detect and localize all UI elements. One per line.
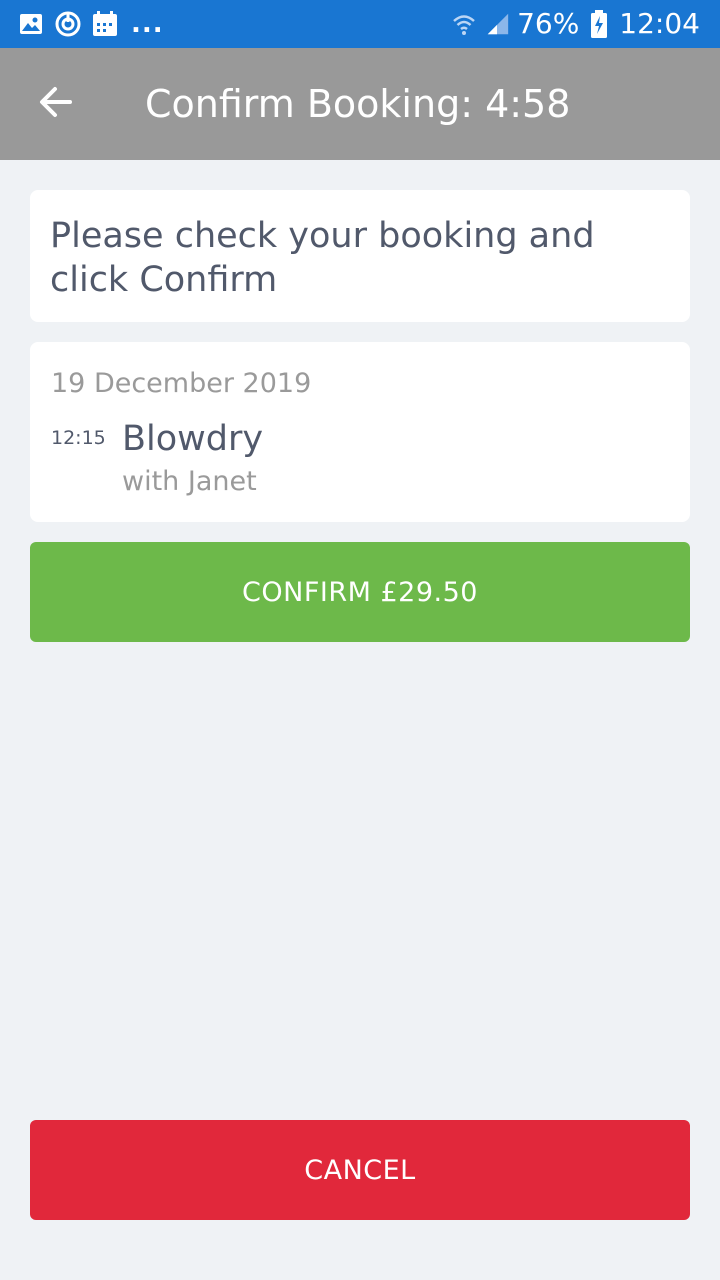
booking-staff: with Janet [122, 466, 257, 497]
instruction-text: Please check your booking and click Conf… [50, 216, 595, 300]
signal-icon [484, 11, 510, 37]
confirm-button[interactable]: CONFIRM £29.50 [30, 542, 690, 642]
status-system: 76% 12:04 [451, 9, 720, 39]
instruction-card: Please check your booking and click Conf… [30, 190, 690, 322]
status-bar: ... 76% 12:04 [0, 0, 720, 48]
status-notifications: ... [0, 11, 164, 37]
cancel-button-label: CANCEL [304, 1154, 416, 1186]
more-notifications: ... [131, 9, 164, 39]
back-button[interactable] [28, 76, 84, 132]
booking-summary-card: 19 December 2019 12:15 Blowdry with Jane… [30, 342, 690, 522]
app-bar: Confirm Booking: 4:58 [0, 48, 720, 160]
booking-date: 19 December 2019 [51, 368, 312, 399]
image-icon [18, 11, 44, 37]
cancel-button[interactable]: CANCEL [30, 1120, 690, 1220]
page-title: Confirm Booking: 4:58 [145, 82, 571, 126]
battery-charging-icon [586, 10, 612, 38]
booking-service: Blowdry [122, 419, 264, 459]
sync-icon [55, 11, 81, 37]
arrow-left-icon [38, 84, 74, 124]
calendar-icon [92, 11, 118, 37]
battery-percent: 76% [517, 7, 580, 40]
booking-time: 12:15 [51, 427, 106, 449]
wifi-icon [451, 11, 477, 37]
clock: 12:04 [619, 7, 700, 40]
confirm-button-label: CONFIRM £29.50 [242, 576, 478, 608]
